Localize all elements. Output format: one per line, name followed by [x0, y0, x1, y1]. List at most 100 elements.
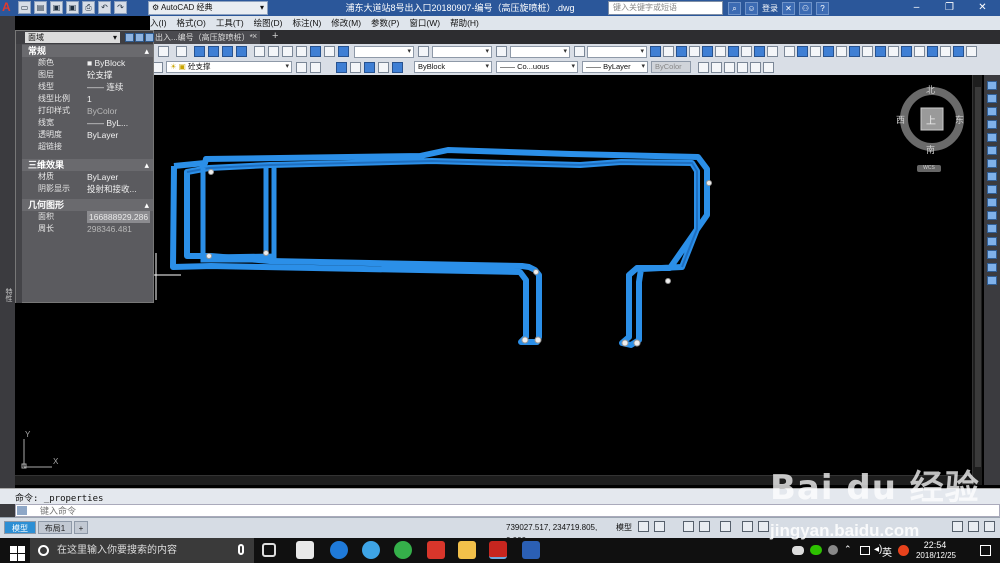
- tray-chevron-icon[interactable]: ⌃: [844, 544, 852, 555]
- join-icon[interactable]: [987, 237, 997, 246]
- ortho-icon[interactable]: [683, 521, 694, 532]
- ie-icon[interactable]: [362, 541, 380, 559]
- file-tab[interactable]: 出入...编号（高压旋喷桩）*: [152, 31, 260, 44]
- clock-date[interactable]: 2018/12/25: [908, 551, 964, 560]
- dim-style-icon[interactable]: [418, 46, 429, 57]
- prop-row-perimeter[interactable]: 周长 298346.481: [22, 223, 153, 235]
- tray-icon[interactable]: [828, 545, 838, 555]
- restore-button[interactable]: ❐: [933, 0, 966, 16]
- people-icon[interactable]: [792, 546, 804, 555]
- wireframe-icon[interactable]: [763, 62, 774, 73]
- color-combo[interactable]: ByBlock ▾: [414, 61, 492, 73]
- microphone-icon[interactable]: [238, 544, 244, 555]
- visual-style-icon[interactable]: [711, 62, 722, 73]
- shaded-icon[interactable]: [724, 62, 735, 73]
- array-icon[interactable]: [987, 133, 997, 142]
- ucs-zaxis-icon[interactable]: [888, 46, 899, 57]
- table-style-icon[interactable]: [496, 46, 507, 57]
- menu-item-draw[interactable]: 绘图(D): [254, 17, 283, 29]
- prop-row-hyperlink[interactable]: 超链接: [22, 141, 153, 153]
- drawing-canvas[interactable]: [15, 75, 972, 475]
- sw-iso-icon[interactable]: [728, 46, 739, 57]
- snap-icon[interactable]: [654, 521, 665, 532]
- mirror-icon[interactable]: [987, 107, 997, 116]
- file-tab-close-icon[interactable]: ×: [252, 31, 257, 41]
- pdf-icon[interactable]: [427, 541, 445, 559]
- close-button[interactable]: ✕: [966, 0, 999, 16]
- trim-icon[interactable]: [987, 198, 997, 207]
- realistic-icon[interactable]: [737, 62, 748, 73]
- tool-palettes-icon[interactable]: [282, 46, 293, 57]
- dim-style-combo[interactable]: ▾: [432, 46, 492, 58]
- view-bottom-icon[interactable]: [663, 46, 674, 57]
- explode-icon[interactable]: [987, 276, 997, 285]
- ucs-x-icon[interactable]: [914, 46, 925, 57]
- file-explorer-icon[interactable]: [458, 541, 476, 559]
- clock-time[interactable]: 22:54: [915, 540, 955, 550]
- ucs-z-icon[interactable]: [940, 46, 951, 57]
- new-icon[interactable]: ▭: [18, 1, 31, 14]
- make-current-icon[interactable]: [296, 62, 307, 73]
- break-icon[interactable]: [987, 224, 997, 233]
- tab-layout1[interactable]: 布局1: [38, 521, 72, 534]
- section-general[interactable]: 常规 ▴: [22, 45, 153, 57]
- prop-row-lineweight[interactable]: 线宽 —— ByL...: [22, 117, 153, 129]
- menu-item-modify[interactable]: 修改(M): [331, 17, 361, 29]
- zoom-previous-icon[interactable]: [236, 46, 247, 57]
- render-icon[interactable]: [698, 62, 709, 73]
- exchange-icon[interactable]: ✕: [782, 1, 795, 15]
- text-style-combo[interactable]: ▾: [354, 46, 414, 58]
- menu-item-format[interactable]: 格式(O): [177, 17, 206, 29]
- customize-icon[interactable]: [968, 521, 979, 532]
- ucs-view-icon[interactable]: [862, 46, 873, 57]
- pan-icon[interactable]: [194, 46, 205, 57]
- ucs-face-icon[interactable]: [836, 46, 847, 57]
- prop-row-layer[interactable]: 图层 砼支撑: [22, 69, 153, 81]
- nw-iso-icon[interactable]: [767, 46, 778, 57]
- named-views-icon[interactable]: [784, 46, 795, 57]
- wcs-menu[interactable]: WCS: [917, 165, 941, 172]
- polar-icon[interactable]: [699, 521, 710, 532]
- menu-item-parametric[interactable]: 参数(P): [371, 17, 399, 29]
- markup-icon[interactable]: [310, 46, 321, 57]
- autocad-logo-icon[interactable]: A: [2, 1, 15, 14]
- command-input[interactable]: [40, 505, 440, 516]
- prop-row-linetype[interactable]: 线型 —— 连续: [22, 81, 153, 93]
- menu-icon[interactable]: [984, 521, 995, 532]
- transparency-icon[interactable]: [952, 521, 963, 532]
- se-iso-icon[interactable]: [741, 46, 752, 57]
- region-inner-rect[interactable]: [200, 167, 269, 263]
- viewcube-south[interactable]: 南: [926, 143, 935, 156]
- design-center-icon[interactable]: [268, 46, 279, 57]
- vertical-scroll-thumb[interactable]: [975, 87, 981, 467]
- help-icon[interactable]: ?: [816, 1, 829, 15]
- zoom-realtime-icon[interactable]: [208, 46, 219, 57]
- ucs-y-icon[interactable]: [927, 46, 938, 57]
- viewcube-north[interactable]: 北: [926, 83, 935, 96]
- open-icon[interactable]: ▤: [34, 1, 47, 14]
- menu-item-dimension[interactable]: 标注(N): [292, 17, 321, 29]
- search-input[interactable]: 键入关键字或短语: [608, 1, 723, 15]
- ucs-icon[interactable]: [797, 46, 808, 57]
- new-tab-button[interactable]: +: [272, 30, 278, 42]
- collapse-icon[interactable]: ▴: [144, 199, 149, 211]
- app-green-icon[interactable]: [394, 541, 412, 559]
- collapse-icon[interactable]: ▴: [144, 45, 149, 57]
- user-icon[interactable]: ☺: [745, 1, 758, 15]
- move-icon[interactable]: [987, 146, 997, 155]
- taskbar-search[interactable]: 在这里输入你要搜索的内容: [30, 538, 254, 563]
- view-front-icon[interactable]: [702, 46, 713, 57]
- table-style-combo[interactable]: ▾: [510, 46, 570, 58]
- osnap-icon[interactable]: [720, 521, 731, 532]
- menu-item-insert[interactable]: 入(I): [150, 17, 167, 29]
- edge-icon[interactable]: [330, 541, 348, 559]
- mleader-style-icon[interactable]: [574, 46, 585, 57]
- otrack-icon[interactable]: [742, 521, 753, 532]
- ucs-manager-icon[interactable]: [966, 46, 977, 57]
- object-type-select[interactable]: 面域 ▾: [25, 32, 120, 43]
- layer-off-icon[interactable]: [392, 62, 403, 73]
- view-back-icon[interactable]: [715, 46, 726, 57]
- layer-previous-icon[interactable]: [310, 62, 321, 73]
- quick-select-icon[interactable]: [145, 33, 154, 42]
- lineweight-icon[interactable]: [758, 521, 769, 532]
